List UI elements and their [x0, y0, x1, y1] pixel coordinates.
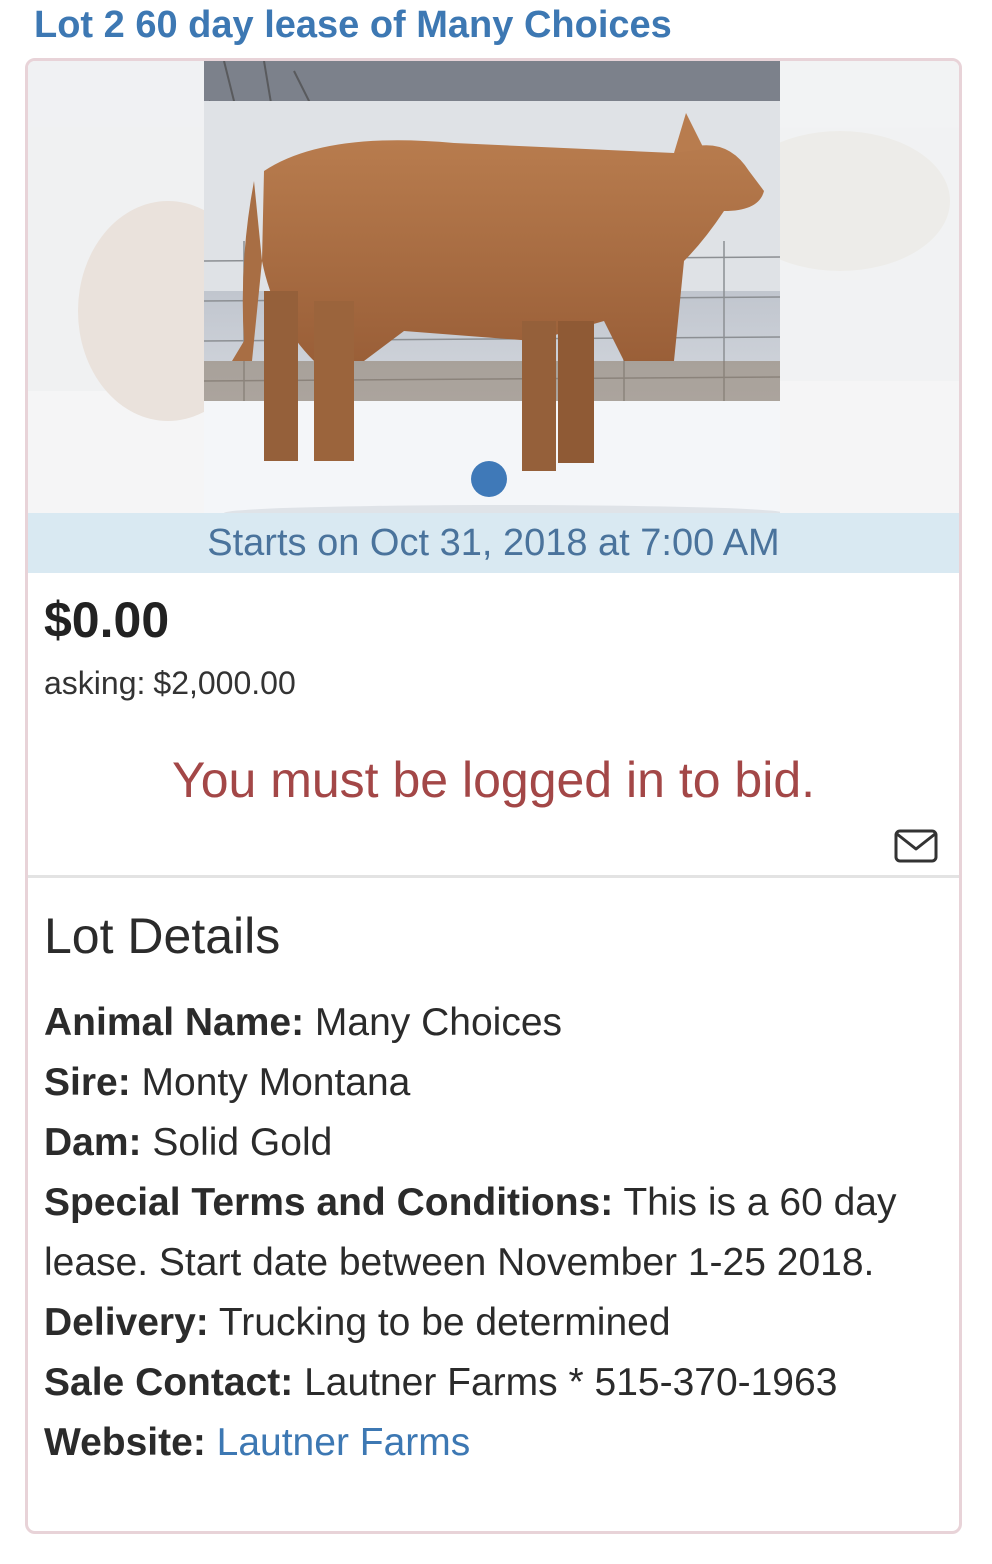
- cattle-photo: [204, 61, 780, 513]
- detail-website: Website: Lautner Farms: [44, 1413, 924, 1473]
- lot-card: Starts on Oct 31, 2018 at 7:00 AM $0.00 …: [25, 58, 962, 1534]
- detail-delivery: Delivery: Trucking to be determined: [44, 1293, 924, 1353]
- detail-label: Dam:: [44, 1121, 142, 1164]
- detail-label: Animal Name:: [44, 1001, 305, 1044]
- detail-value: Trucking to be determined: [218, 1301, 671, 1344]
- detail-value: Lautner Farms * 515-370-1963: [304, 1361, 838, 1404]
- detail-label: Sire:: [44, 1061, 131, 1104]
- lot-image-carousel[interactable]: [28, 61, 959, 513]
- lot-title-link[interactable]: Lot 2 60 day lease of Many Choices: [34, 4, 672, 47]
- detail-animal-name: Animal Name: Many Choices: [44, 993, 924, 1053]
- next-slide-preview[interactable]: [780, 61, 959, 513]
- detail-label: Sale Contact:: [44, 1361, 294, 1404]
- detail-sale-contact: Sale Contact: Lautner Farms * 515-370-19…: [44, 1353, 924, 1413]
- detail-sire: Sire: Monty Montana: [44, 1053, 924, 1113]
- detail-label: Website:: [44, 1421, 206, 1464]
- asking-value: $2,000.00: [153, 665, 296, 701]
- carousel-indicator-dot[interactable]: [471, 461, 507, 497]
- lot-details-heading: Lot Details: [44, 908, 281, 964]
- detail-value: Many Choices: [314, 1001, 563, 1044]
- detail-label: Delivery:: [44, 1301, 209, 1344]
- detail-label: Special Terms and Conditions:: [44, 1181, 614, 1224]
- asking-label: asking:: [44, 665, 146, 701]
- detail-value: Solid Gold: [152, 1121, 333, 1164]
- login-required-message: You must be logged in to bid.: [171, 752, 816, 808]
- detail-value: Monty Montana: [141, 1061, 411, 1104]
- previous-slide-preview[interactable]: [28, 61, 204, 513]
- current-bid-amount: $0.00: [44, 592, 170, 648]
- section-divider: [28, 875, 959, 878]
- lot-details-list: Animal Name: Many Choices Sire: Monty Mo…: [44, 993, 924, 1473]
- auction-start-banner: Starts on Oct 31, 2018 at 7:00 AM: [28, 513, 959, 573]
- detail-special-terms: Special Terms and Conditions: This is a …: [44, 1173, 924, 1293]
- asking-price: asking: $2,000.00: [44, 665, 296, 702]
- envelope-icon[interactable]: [894, 829, 938, 863]
- website-link[interactable]: Lautner Farms: [217, 1421, 471, 1464]
- detail-dam: Dam: Solid Gold: [44, 1113, 924, 1173]
